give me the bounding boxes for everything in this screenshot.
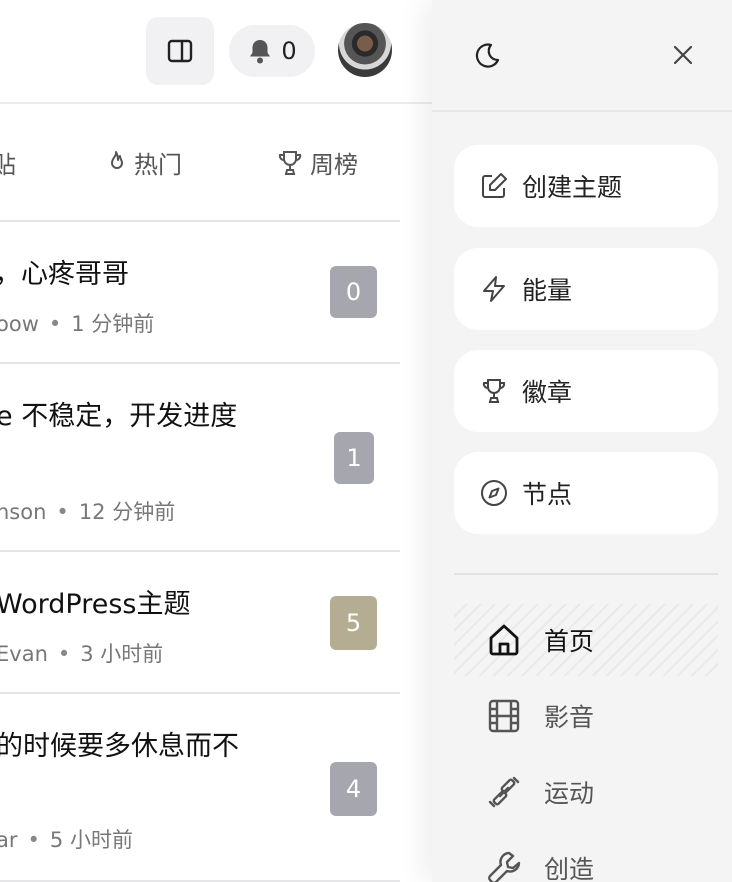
trophy-icon	[276, 149, 304, 177]
card-label: 节点	[522, 480, 573, 509]
close-icon	[668, 40, 700, 70]
film-icon	[486, 698, 522, 734]
drawer-header	[432, 0, 732, 112]
post-title[interactable]: e 不稳定，开发进度	[0, 394, 237, 433]
nav-item-media[interactable]: 影音	[454, 680, 718, 752]
card-label: 创建主题	[522, 173, 623, 202]
moon-icon	[472, 40, 504, 70]
post-meta: oow • 1 分钟前	[0, 308, 154, 338]
sidebar-toggle-button[interactable]	[146, 17, 214, 85]
close-drawer-button[interactable]	[668, 40, 700, 72]
post-time: 5 小时前	[49, 828, 133, 852]
notifications-button[interactable]: 0	[229, 25, 315, 77]
list-item[interactable]: ，心疼哥哥 oow • 1 分钟前 0	[0, 222, 400, 364]
energy-button[interactable]: 能量	[454, 248, 718, 330]
nav-label: 首页	[544, 627, 595, 656]
reply-count-badge[interactable]: 4	[330, 762, 377, 816]
post-author[interactable]: Evan	[0, 642, 48, 666]
post-author[interactable]: nson	[0, 500, 46, 524]
create-topic-button[interactable]: 创建主题	[454, 145, 718, 227]
dumbbell-icon	[486, 774, 522, 810]
post-author[interactable]: oow	[0, 312, 39, 336]
home-icon	[486, 622, 522, 658]
nav-item-sports[interactable]: 运动	[454, 756, 718, 828]
trophy-icon	[480, 377, 508, 405]
main-content: 0 贴 热门 周榜 ，心疼哥哥 oow • 1 分钟前 0 e 不稳定，开发进度 n…	[0, 0, 432, 882]
badges-button[interactable]: 徽章	[454, 350, 718, 432]
list-item[interactable]: e 不稳定，开发进度 nson • 12 分钟前 1	[0, 364, 400, 552]
edit-icon	[480, 172, 508, 200]
wrench-icon	[486, 850, 522, 882]
tab-label: 贴	[0, 151, 16, 179]
card-label: 徽章	[522, 378, 573, 407]
flame-icon	[104, 150, 128, 176]
reply-count-badge[interactable]: 1	[334, 432, 374, 484]
tab-latest[interactable]: 贴	[0, 145, 16, 180]
card-label: 能量	[522, 276, 573, 305]
theme-toggle-button[interactable]	[472, 40, 504, 72]
reply-count-badge[interactable]: 0	[330, 266, 377, 318]
post-title[interactable]: WordPress主题	[0, 582, 190, 621]
reply-count-badge[interactable]: 5	[330, 596, 377, 650]
post-time: 12 分钟前	[78, 500, 176, 524]
post-time: 3 小时前	[80, 642, 164, 666]
post-meta: Evan • 3 小时前	[0, 638, 163, 668]
list-item[interactable]: 的时候要多休息而不 ar • 5 小时前 4	[0, 694, 400, 882]
bell-icon	[247, 37, 273, 65]
post-title[interactable]: 的时候要多休息而不	[0, 724, 239, 763]
nav-item-create[interactable]: 创造	[454, 832, 718, 882]
post-title[interactable]: ，心疼哥哥	[0, 252, 129, 291]
post-author[interactable]: ar	[0, 828, 18, 852]
compass-icon	[480, 479, 508, 507]
tab-hot[interactable]: 热门	[104, 145, 182, 180]
nav-label: 运动	[544, 779, 595, 808]
avatar[interactable]	[338, 23, 392, 77]
nav-label: 影音	[544, 703, 595, 732]
post-meta: nson • 12 分钟前	[0, 496, 175, 526]
sidebar-panel-icon	[167, 38, 193, 64]
tab-label: 周榜	[310, 151, 358, 179]
drawer-divider	[454, 573, 718, 575]
nodes-button[interactable]: 节点	[454, 452, 718, 534]
list-item[interactable]: WordPress主题 Evan • 3 小时前 5	[0, 552, 400, 694]
tab-label: 热门	[134, 151, 182, 179]
tab-weekly[interactable]: 周榜	[276, 145, 358, 180]
top-bar: 0	[0, 0, 432, 104]
lightning-icon	[480, 275, 508, 303]
nav-label: 创造	[544, 855, 595, 882]
nav-item-home[interactable]: 首页	[454, 604, 718, 676]
post-meta: ar • 5 小时前	[0, 824, 133, 854]
post-time: 1 分钟前	[71, 312, 155, 336]
notification-count: 0	[281, 37, 297, 65]
side-drawer: 创建主题 能量 徽章 节点 首页 影音 运动 创造	[432, 0, 732, 882]
